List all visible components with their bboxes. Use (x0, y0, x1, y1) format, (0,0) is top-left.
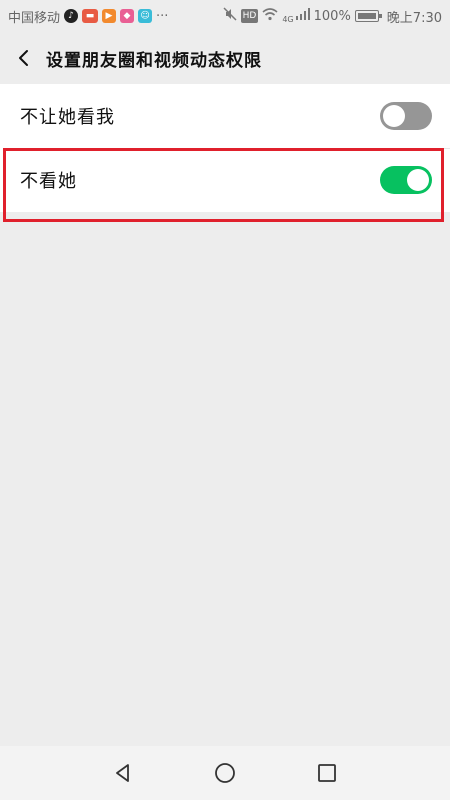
toggle-knob (407, 169, 429, 191)
carrier-text: 中国移动 (8, 10, 61, 26)
setting-row-hide-her-posts[interactable]: 不看她 (0, 148, 450, 212)
battery-percent: 100% (313, 8, 351, 24)
home-circle-icon (215, 763, 235, 783)
tiktok-icon: ♪ (64, 9, 79, 23)
signal-icon (295, 8, 310, 24)
status-left: 中国移动 ♪ ▬ ▶ ◆ ☺ ··· (8, 7, 168, 26)
back-button[interactable] (12, 43, 36, 73)
nav-home-button[interactable] (210, 758, 240, 788)
toggle-knob (383, 105, 405, 127)
network-type: 4G (282, 14, 294, 24)
recents-square-icon (318, 764, 336, 782)
page-title: 设置朋友圈和视频动态权限 (46, 50, 262, 71)
clock: 晚上7:30 (386, 10, 442, 26)
hd-badge: HD (240, 9, 259, 23)
red-app-icon: ▬ (82, 9, 99, 23)
more-notifications-icon: ··· (156, 8, 169, 24)
chevron-left-icon (19, 50, 28, 66)
pink-app-icon: ◆ (120, 9, 135, 23)
wifi-icon (262, 7, 278, 25)
nav-back-button[interactable] (108, 758, 138, 788)
setting-label: 不让她看我 (20, 107, 115, 128)
orange-play-icon: ▶ (102, 9, 117, 23)
navigation-bar (0, 746, 450, 800)
header: 设置朋友圈和视频动态权限 (0, 32, 450, 84)
setting-row-hide-my-posts[interactable]: 不让她看我 (0, 84, 450, 148)
battery-icon (354, 10, 382, 22)
cyan-app-icon: ☺ (138, 9, 153, 23)
nav-recents-button[interactable] (312, 758, 342, 788)
status-bar: 中国移动 ♪ ▬ ▶ ◆ ☺ ··· HD 4G 100% 晚上7:30 (0, 0, 450, 32)
toggle-switch-off[interactable] (380, 102, 432, 130)
toggle-switch-on[interactable] (380, 166, 432, 194)
back-triangle-icon (116, 764, 129, 782)
setting-label: 不看她 (20, 171, 77, 192)
mute-icon (223, 7, 237, 25)
settings-list: 不让她看我 不看她 (0, 84, 450, 212)
status-right: HD 4G 100% 晚上7:30 (223, 7, 442, 26)
